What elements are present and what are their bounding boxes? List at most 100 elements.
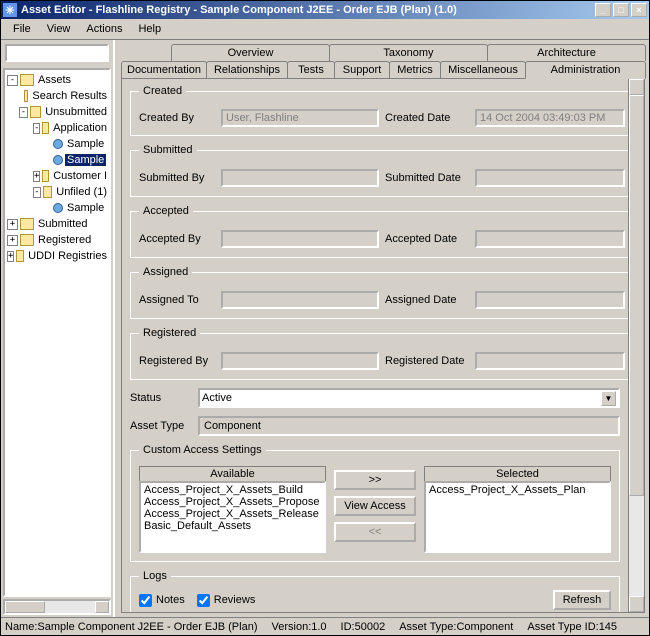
main-panel: Overview Taxonomy Architecture Documenta…	[115, 40, 649, 617]
label-registered-date: Registered Date	[385, 355, 469, 367]
group-created: Created Created By Created Date	[130, 85, 634, 136]
tab-miscellaneous[interactable]: Miscellaneous	[440, 61, 526, 79]
selected-listbox[interactable]: Access_Project_X_Assets_Plan	[424, 481, 611, 553]
maximize-button[interactable]: □	[613, 3, 629, 17]
tab-administration[interactable]: Administration	[525, 61, 646, 79]
created-by-field	[221, 109, 379, 127]
status-id: ID:50002	[341, 621, 386, 633]
tree-node-registered[interactable]: +Registered	[5, 232, 109, 248]
legend-created: Created	[139, 85, 186, 97]
label-registered-by: Registered By	[139, 355, 215, 367]
group-registered: Registered Registered By Registered Date…	[130, 327, 645, 380]
tree-hscrollbar[interactable]	[3, 599, 111, 615]
status-name: Name:Sample Component J2EE - Order EJB (…	[5, 621, 258, 633]
tree-node-sample3[interactable]: Sample	[5, 200, 109, 216]
remove-button: <<	[334, 522, 416, 542]
reviews-checkbox-wrap[interactable]: Reviews	[197, 594, 256, 607]
reviews-checkbox[interactable]	[197, 594, 210, 607]
tree-node-application[interactable]: -Application	[5, 120, 109, 136]
tab-architecture[interactable]: Architecture	[487, 44, 646, 61]
tree-node-unfiled[interactable]: -Unfiled (1)	[5, 184, 109, 200]
group-submitted: Submitted Submitted By Submitted Date Su…	[130, 144, 645, 197]
view-access-button[interactable]: View Access	[334, 496, 416, 516]
registered-by-field	[221, 352, 379, 370]
label-assigned-date: Assigned Date	[385, 294, 469, 306]
status-asset-type-id: Asset Type ID:145	[527, 621, 617, 633]
titlebar: ✳ Asset Editor - Flashline Registry - Sa…	[1, 1, 649, 19]
asset-editor-window: ✳ Asset Editor - Flashline Registry - Sa…	[0, 0, 650, 636]
tab-support[interactable]: Support	[334, 61, 390, 79]
tree-node-uddi[interactable]: +UDDI Registries	[5, 248, 109, 264]
legend-assigned: Assigned	[139, 266, 192, 278]
tree-node-submitted[interactable]: +Submitted	[5, 216, 109, 232]
submitted-date-field	[475, 169, 625, 187]
legend-registered: Registered	[139, 327, 200, 339]
label-accepted-date: Accepted Date	[385, 233, 469, 245]
tab-overview[interactable]: Overview	[171, 44, 330, 61]
tab-documentation[interactable]: Documentation	[121, 61, 207, 79]
registered-date-field	[475, 352, 625, 370]
tree-node-unsubmitted[interactable]: -Unsubmitted	[5, 104, 109, 120]
label-status: Status	[130, 392, 190, 404]
label-created-by: Created By	[139, 112, 215, 124]
legend-logs: Logs	[139, 570, 171, 582]
legend-submitted: Submitted	[139, 144, 197, 156]
assigned-date-field	[475, 291, 625, 309]
legend-accepted: Accepted	[139, 205, 193, 217]
chevron-down-icon[interactable]: ▼	[601, 391, 616, 406]
list-item[interactable]: Access_Project_X_Assets_Plan	[427, 484, 608, 496]
tab-content-administration: Created Created By Created Date Submitte…	[121, 78, 645, 613]
tree-node-customer[interactable]: +Customer I	[5, 168, 109, 184]
add-button[interactable]: >>	[334, 470, 416, 490]
legend-cas: Custom Access Settings	[139, 444, 266, 456]
group-custom-access: Custom Access Settings Available Access_…	[130, 444, 620, 562]
asset-type-field: Component	[198, 416, 620, 436]
statusbar: Name:Sample Component J2EE - Order EJB (…	[1, 617, 649, 635]
list-item[interactable]: Access_Project_X_Assets_Release	[142, 508, 323, 520]
label-accepted-by: Accepted By	[139, 233, 215, 245]
menu-file[interactable]: File	[5, 21, 39, 37]
list-item[interactable]: Access_Project_X_Assets_Propose	[142, 496, 323, 508]
menu-actions[interactable]: Actions	[78, 21, 130, 37]
asset-tree[interactable]: -Assets Search Results -Unsubmitted -App…	[3, 68, 111, 597]
minimize-button[interactable]: _	[595, 3, 611, 17]
label-submitted-by: Submitted By	[139, 172, 215, 184]
status-version: Version:1.0	[272, 621, 327, 633]
group-assigned: Assigned Assigned To Assigned Date Assig…	[130, 266, 645, 319]
label-assigned-to: Assigned To	[139, 294, 215, 306]
accepted-by-field	[221, 230, 379, 248]
tab-tests[interactable]: Tests	[287, 61, 335, 79]
status-asset-type: Asset Type:Component	[399, 621, 513, 633]
list-item[interactable]: Access_Project_X_Assets_Build	[142, 484, 323, 496]
accepted-date-field	[475, 230, 625, 248]
refresh-button[interactable]: Refresh	[553, 590, 611, 610]
group-accepted: Accepted Accepted By Accepted Date Accep…	[130, 205, 645, 258]
tabs: Overview Taxonomy Architecture Documenta…	[115, 40, 649, 79]
status-dropdown[interactable]: Active▼	[198, 388, 620, 408]
tab-relationships[interactable]: Relationships	[206, 61, 288, 79]
selected-header: Selected	[424, 466, 611, 481]
notes-checkbox[interactable]	[139, 594, 152, 607]
tree-node-sample1[interactable]: Sample	[5, 136, 109, 152]
tree-node-assets[interactable]: -Assets	[5, 72, 109, 88]
search-input[interactable]	[5, 44, 109, 62]
available-listbox[interactable]: Access_Project_X_Assets_Build Access_Pro…	[139, 481, 326, 553]
sidebar: -Assets Search Results -Unsubmitted -App…	[1, 40, 115, 617]
app-icon: ✳	[3, 3, 17, 17]
menu-view[interactable]: View	[39, 21, 79, 37]
label-asset-type: Asset Type	[130, 420, 190, 432]
created-date-field	[475, 109, 625, 127]
window-title: Asset Editor - Flashline Registry - Samp…	[21, 4, 593, 16]
label-submitted-date: Submitted Date	[385, 172, 469, 184]
notes-checkbox-wrap[interactable]: Notes	[139, 594, 185, 607]
menu-help[interactable]: Help	[130, 21, 169, 37]
tab-metrics[interactable]: Metrics	[389, 61, 441, 79]
content-vscrollbar[interactable]	[628, 79, 644, 612]
list-item[interactable]: Basic_Default_Assets	[142, 520, 323, 532]
submitted-by-field	[221, 169, 379, 187]
tab-taxonomy[interactable]: Taxonomy	[329, 44, 488, 61]
tree-node-sample-selected[interactable]: Sample	[5, 152, 109, 168]
tree-node-search-results[interactable]: Search Results	[5, 88, 109, 104]
close-button[interactable]: ×	[631, 3, 647, 17]
group-logs: Logs Notes Reviews Refresh	[130, 570, 620, 613]
